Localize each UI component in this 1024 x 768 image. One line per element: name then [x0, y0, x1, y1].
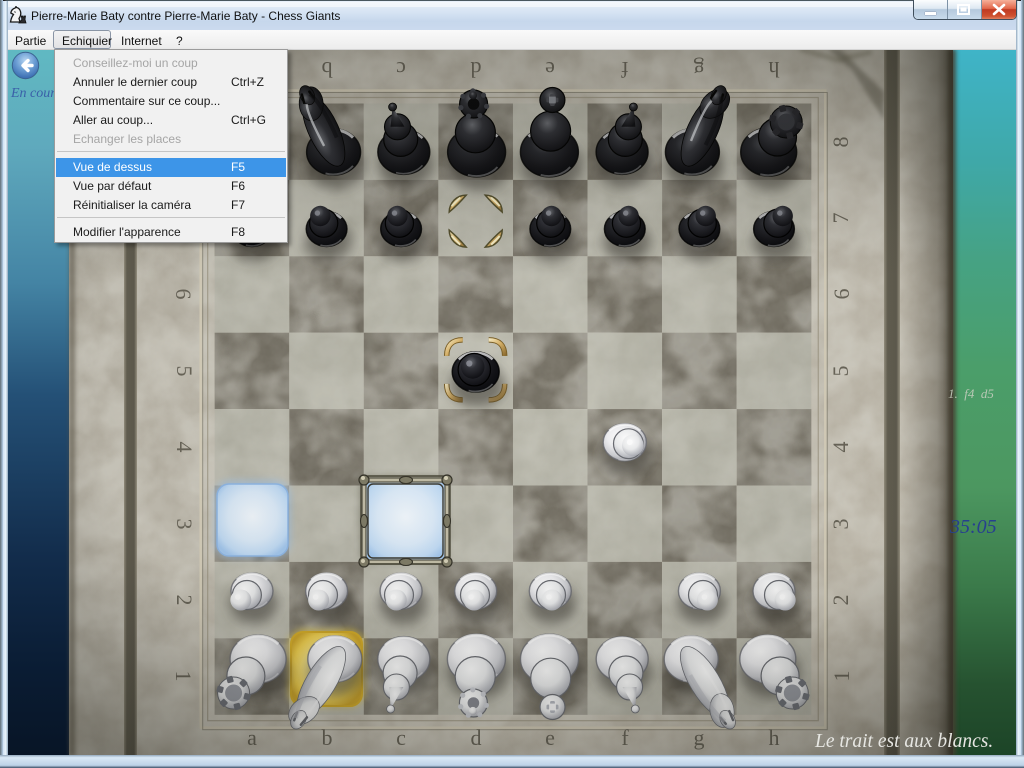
svg-text:1. f4 d5: 1. f4 d5	[948, 386, 994, 401]
svg-text:35:05: 35:05	[949, 516, 997, 538]
svg-text:Le trait est aux blancs.: Le trait est aux blancs.	[814, 731, 993, 752]
